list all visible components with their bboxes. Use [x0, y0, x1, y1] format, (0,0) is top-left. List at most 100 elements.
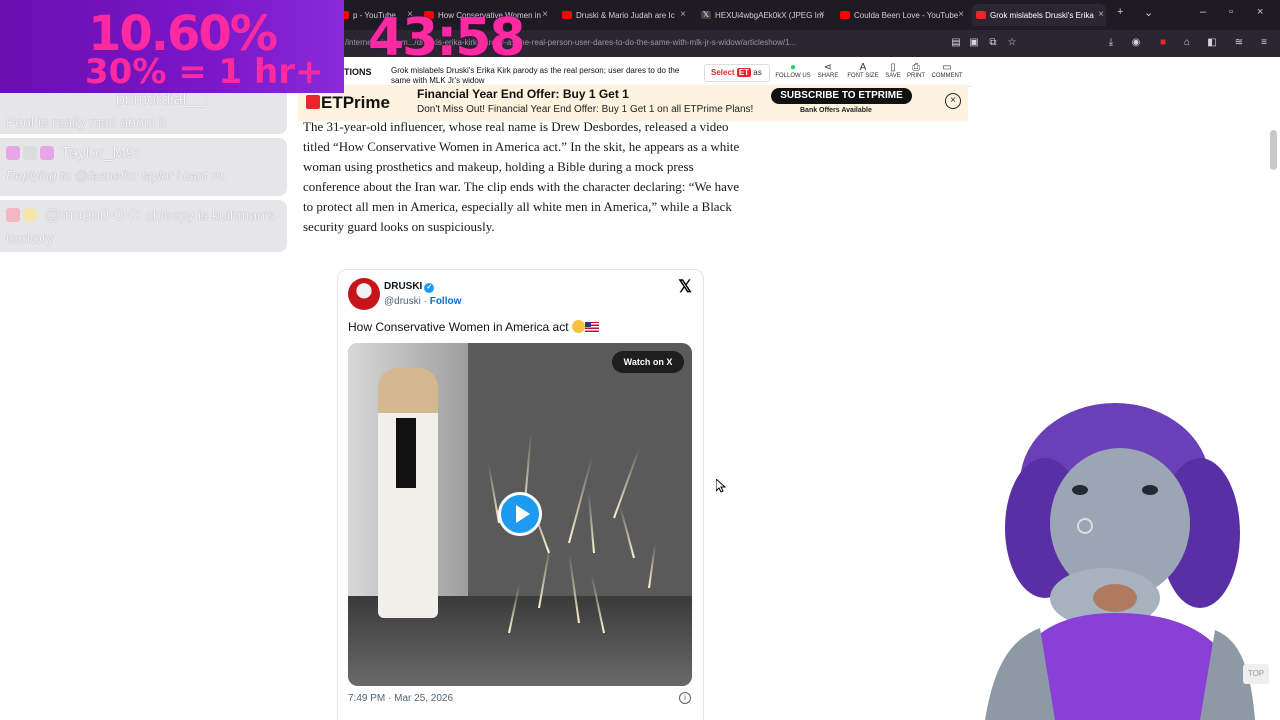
video-person: [378, 368, 438, 618]
action-label: FOLLOW US: [775, 73, 811, 79]
spark: [587, 493, 595, 554]
select-language-button[interactable]: Select ET as: [704, 64, 770, 82]
restore-icon[interactable]: ▫: [1229, 6, 1233, 18]
minimize-icon[interactable]: –: [1200, 6, 1206, 18]
chat-reply-text: Replying to @faenefio: taylor i cant rn.: [6, 168, 227, 183]
youtube-icon: [562, 11, 572, 19]
chat-text: Pool is really mad about it: [6, 114, 167, 130]
new-tab-icon[interactable]: +: [1117, 6, 1123, 18]
play-button-icon[interactable]: [498, 492, 542, 536]
section-label: TIONS: [344, 67, 372, 77]
print-icon: ⎙: [912, 62, 920, 73]
wifi-extension-icon[interactable]: ≋: [1233, 37, 1245, 49]
select-suffix: as: [753, 68, 762, 77]
spark: [618, 504, 635, 559]
author-name: DRUSKI: [384, 281, 423, 292]
menu-icon[interactable]: ≡: [1258, 37, 1270, 49]
emote-icon: [23, 208, 37, 222]
close-icon[interactable]: ×: [819, 9, 825, 20]
close-icon[interactable]: ×: [542, 9, 548, 20]
goal-rate: 30% = 1 hr+: [85, 52, 324, 92]
tweet-timestamp[interactable]: 7:49 PM · Mar 25, 2026: [348, 693, 453, 704]
chat-message: Taylor_M9: Replying to @faenefio: taylor…: [0, 138, 287, 196]
tweet-author[interactable]: DRUSKI ✓: [384, 281, 435, 293]
select-label: Select: [711, 68, 735, 77]
badge-icon: [6, 208, 20, 222]
action-label: PRINT: [907, 73, 925, 79]
laughing-emoji-icon: [571, 320, 585, 333]
close-icon[interactable]: ×: [1098, 9, 1104, 20]
extensions-icon[interactable]: ⌂: [1181, 37, 1193, 49]
scroll-to-top-button[interactable]: TOP: [1243, 664, 1269, 684]
chat-username: primordial__:: [116, 91, 209, 108]
video-person-shirt: [396, 418, 416, 488]
stream-timer: 43:58: [368, 8, 526, 68]
scrollbar-thumb[interactable]: [1270, 130, 1277, 170]
close-icon[interactable]: ×: [680, 9, 686, 20]
info-icon[interactable]: i: [679, 692, 691, 704]
download-icon[interactable]: ⤓: [1105, 37, 1117, 49]
font-size-button[interactable]: A FONT SIZE: [846, 62, 880, 79]
tab-druski-mario[interactable]: Druski & Mario Judah are Ic ×: [558, 4, 688, 26]
bank-offers-text: Bank Offers Available: [800, 107, 872, 114]
tab-coulda-been-love[interactable]: Coulda Been Love - YouTube ×: [836, 4, 966, 26]
pip-icon[interactable]: ⧉: [987, 37, 999, 49]
close-icon[interactable]: ×: [958, 9, 964, 20]
avatar-eye-left: [1072, 485, 1088, 495]
tweet-video[interactable]: Watch on X: [348, 343, 692, 686]
comment-button[interactable]: ▭ COMMENT: [929, 62, 965, 79]
tab-jpeg-image[interactable]: 𝕏 HEXUi4wbgAEk0kX (JPEG Im ×: [697, 4, 827, 26]
avatar-beard: [1093, 584, 1137, 612]
close-banner-icon[interactable]: ×: [945, 93, 961, 109]
reader-view-icon[interactable]: ▤: [950, 37, 962, 49]
tweet-text: How Conservative Women in America act: [348, 320, 599, 334]
whatsapp-icon: ●: [789, 62, 797, 73]
stream-goal-overlay: 10.60% 30% = 1 hr+: [0, 0, 344, 93]
print-button[interactable]: ⎙ PRINT: [905, 62, 927, 79]
extension-badge-icon[interactable]: ■: [1157, 37, 1169, 49]
sidebar-icon[interactable]: ◧: [1206, 37, 1218, 49]
vtuber-avatar: [985, 403, 1255, 720]
follow-us-button[interactable]: ● FOLLOW US: [774, 62, 812, 79]
tab-label: Druski & Mario Judah are Ic: [576, 10, 675, 20]
bookmark-star-icon[interactable]: ☆: [1006, 37, 1018, 49]
verified-badge-icon: ✓: [424, 283, 435, 293]
spark: [648, 543, 657, 589]
tab-label: Grok mislabels Druski's Erika: [990, 10, 1094, 20]
mouse-cursor-icon: [716, 479, 726, 493]
offer-title: Financial Year End Offer: Buy 1 Get 1: [417, 87, 629, 101]
et-logo-icon: ET: [736, 68, 752, 77]
comment-icon: ▭: [942, 62, 952, 73]
screenshot-icon[interactable]: ▣: [968, 37, 980, 49]
tab-grok-article[interactable]: Grok mislabels Druski's Erika ×: [972, 4, 1106, 26]
chat-user: @moon0-0-0: chleepy is kuihman's territo…: [6, 204, 281, 249]
etprime-offer-banner: ETPrime Financial Year End Offer: Buy 1 …: [298, 85, 968, 121]
embedded-tweet: DRUSKI ✓ @druski · Follow 𝕏 How Conservat…: [337, 269, 704, 720]
tab-list-chevron-icon[interactable]: ⌄: [1144, 6, 1153, 19]
action-label: SHARE: [817, 73, 839, 79]
author-handle[interactable]: @druski: [384, 296, 421, 307]
x-logo-icon[interactable]: 𝕏: [678, 277, 692, 297]
chat-user: Taylor_M9:: [6, 142, 281, 165]
etprime-mark-icon: [306, 95, 320, 109]
follow-link[interactable]: Follow: [430, 296, 462, 307]
tweet-handle-row: @druski · Follow: [384, 296, 462, 307]
etprime-logo[interactable]: ETPrime: [306, 93, 390, 113]
sub-badge-icon: [23, 146, 37, 160]
offer-description: Don't Miss Out! Financial Year End Offer…: [417, 104, 754, 115]
us-flag-icon: [584, 322, 599, 332]
screen: p - YouTube × How Conservative Women in …: [0, 0, 1280, 720]
twitch-badge-icon: [6, 146, 20, 160]
bookmark-icon: ▯: [890, 62, 896, 73]
youtube-icon: [840, 11, 850, 19]
heart-badge-icon: [40, 146, 54, 160]
tab-label: HEXUi4wbgAEk0kX (JPEG Im: [715, 10, 824, 20]
window-close-icon[interactable]: ×: [1257, 6, 1263, 18]
subscribe-button[interactable]: SUBSCRIBE TO ETPRIME: [771, 88, 912, 104]
watch-on-x-button[interactable]: Watch on X: [612, 351, 684, 373]
action-label: FONT SIZE: [847, 73, 879, 79]
avatar[interactable]: [348, 278, 380, 310]
share-button[interactable]: ⋖ SHARE: [814, 62, 842, 79]
account-icon[interactable]: ◉: [1130, 37, 1142, 49]
save-button[interactable]: ▯ SAVE: [883, 62, 903, 79]
